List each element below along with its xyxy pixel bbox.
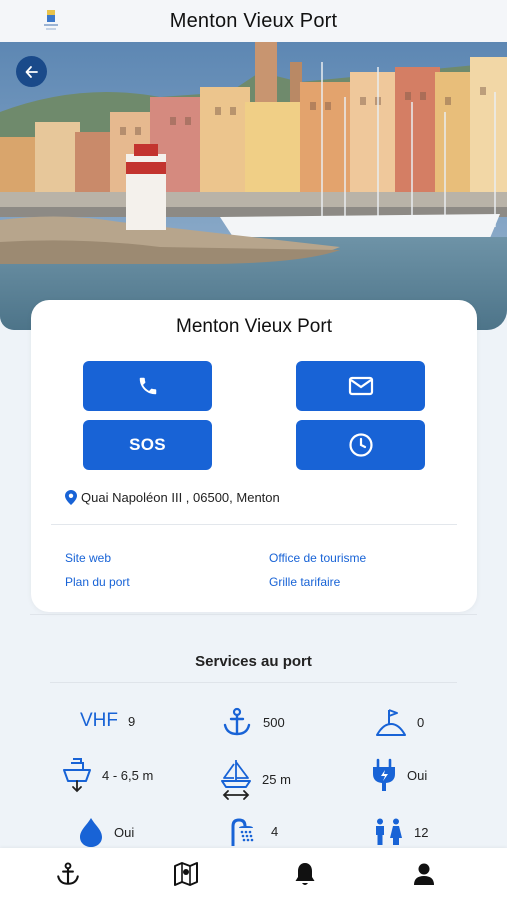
address-text: Quai Napoléon III , 06500, Menton	[81, 490, 280, 505]
bell-icon	[295, 863, 315, 885]
vhf-channel: 9	[128, 713, 136, 729]
electricity-value: Oui	[407, 767, 428, 783]
back-button[interactable]	[16, 56, 47, 87]
tab-profile[interactable]	[410, 860, 438, 888]
sailboat-length-icon	[221, 760, 251, 800]
mail-icon	[348, 376, 373, 396]
service-moorings: 500	[221, 706, 285, 738]
top-bar: Menton Vieux Port	[0, 0, 507, 42]
service-vhf: VHF 9	[80, 710, 135, 732]
showers-count: 4	[271, 823, 279, 839]
moorings-count: 500	[263, 714, 285, 730]
service-max-length: 25 m	[220, 758, 291, 800]
app-logo-icon	[44, 10, 58, 30]
port-photo	[0, 42, 507, 330]
phone-icon	[139, 377, 156, 395]
port-name: Menton Vieux Port	[176, 316, 332, 337]
tab-notifications[interactable]	[291, 860, 319, 888]
bottom-tab-bar	[0, 848, 507, 900]
rates-link[interactable]: Grille tarifaire	[269, 575, 340, 589]
service-draft: 4 - 6,5 m	[62, 757, 153, 793]
vhf-label: VHF	[80, 710, 118, 731]
tab-map[interactable]	[172, 860, 200, 888]
fuel-drop-icon	[80, 818, 102, 847]
call-button[interactable]	[83, 361, 212, 411]
services-title: Services au port	[195, 653, 312, 670]
anchor-icon	[57, 862, 79, 885]
service-showers: 4	[229, 816, 278, 846]
electric-plug-icon	[373, 758, 395, 791]
location-pin-icon	[65, 490, 77, 505]
service-fuel: Oui	[78, 817, 134, 847]
service-toilets: 12	[372, 818, 428, 846]
tab-ports[interactable]	[54, 860, 82, 888]
back-arrow-icon	[25, 65, 38, 78]
toilets-icon	[376, 818, 402, 845]
draft-value: 4 - 6,5 m	[102, 767, 154, 783]
user-icon	[414, 863, 434, 885]
port-address[interactable]: Quai Napoléon III , 06500, Menton	[65, 490, 280, 505]
sos-button[interactable]: SOS	[83, 420, 212, 470]
port-map-link[interactable]: Plan du port	[65, 575, 130, 589]
services-divider	[50, 682, 457, 683]
page-title: Menton Vieux Port	[169, 9, 338, 32]
boat-draft-icon	[63, 758, 91, 793]
card-divider	[51, 524, 457, 525]
anchor-icon	[223, 707, 251, 736]
website-link[interactable]: Site web	[65, 551, 111, 565]
visitor-places-count: 0	[417, 714, 425, 730]
section-divider	[30, 614, 477, 615]
tourism-office-link[interactable]: Office de tourisme	[269, 551, 366, 565]
service-electricity: Oui	[371, 758, 427, 792]
port-info-card: Menton Vieux Port SOS Quai Napoléon III …	[31, 300, 477, 612]
fuel-value: Oui	[114, 824, 135, 840]
clock-icon	[348, 433, 373, 457]
shower-icon	[231, 818, 254, 846]
email-button[interactable]	[296, 361, 425, 411]
service-visitor-places: 0	[375, 706, 424, 738]
map-icon	[174, 862, 198, 886]
max-length-value: 25 m	[262, 771, 291, 787]
toilets-count: 12	[414, 824, 429, 840]
opening-hours-button[interactable]	[296, 420, 425, 470]
visitor-flag-icon	[376, 709, 406, 736]
